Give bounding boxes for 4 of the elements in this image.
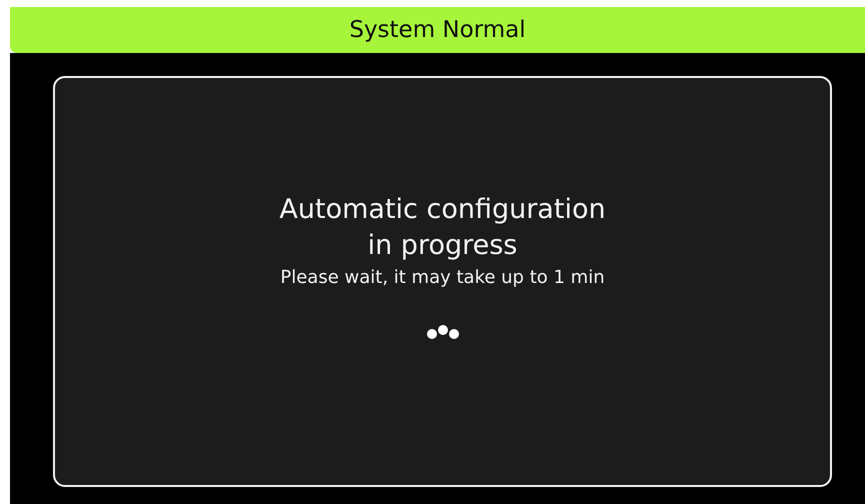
dialog-title: Automatic configuration — [279, 193, 606, 227]
status-bar: System Normal — [10, 7, 865, 53]
dialog-title: in progress — [368, 229, 518, 263]
dialog-message: Please wait, it may take up to 1 min — [280, 266, 605, 290]
